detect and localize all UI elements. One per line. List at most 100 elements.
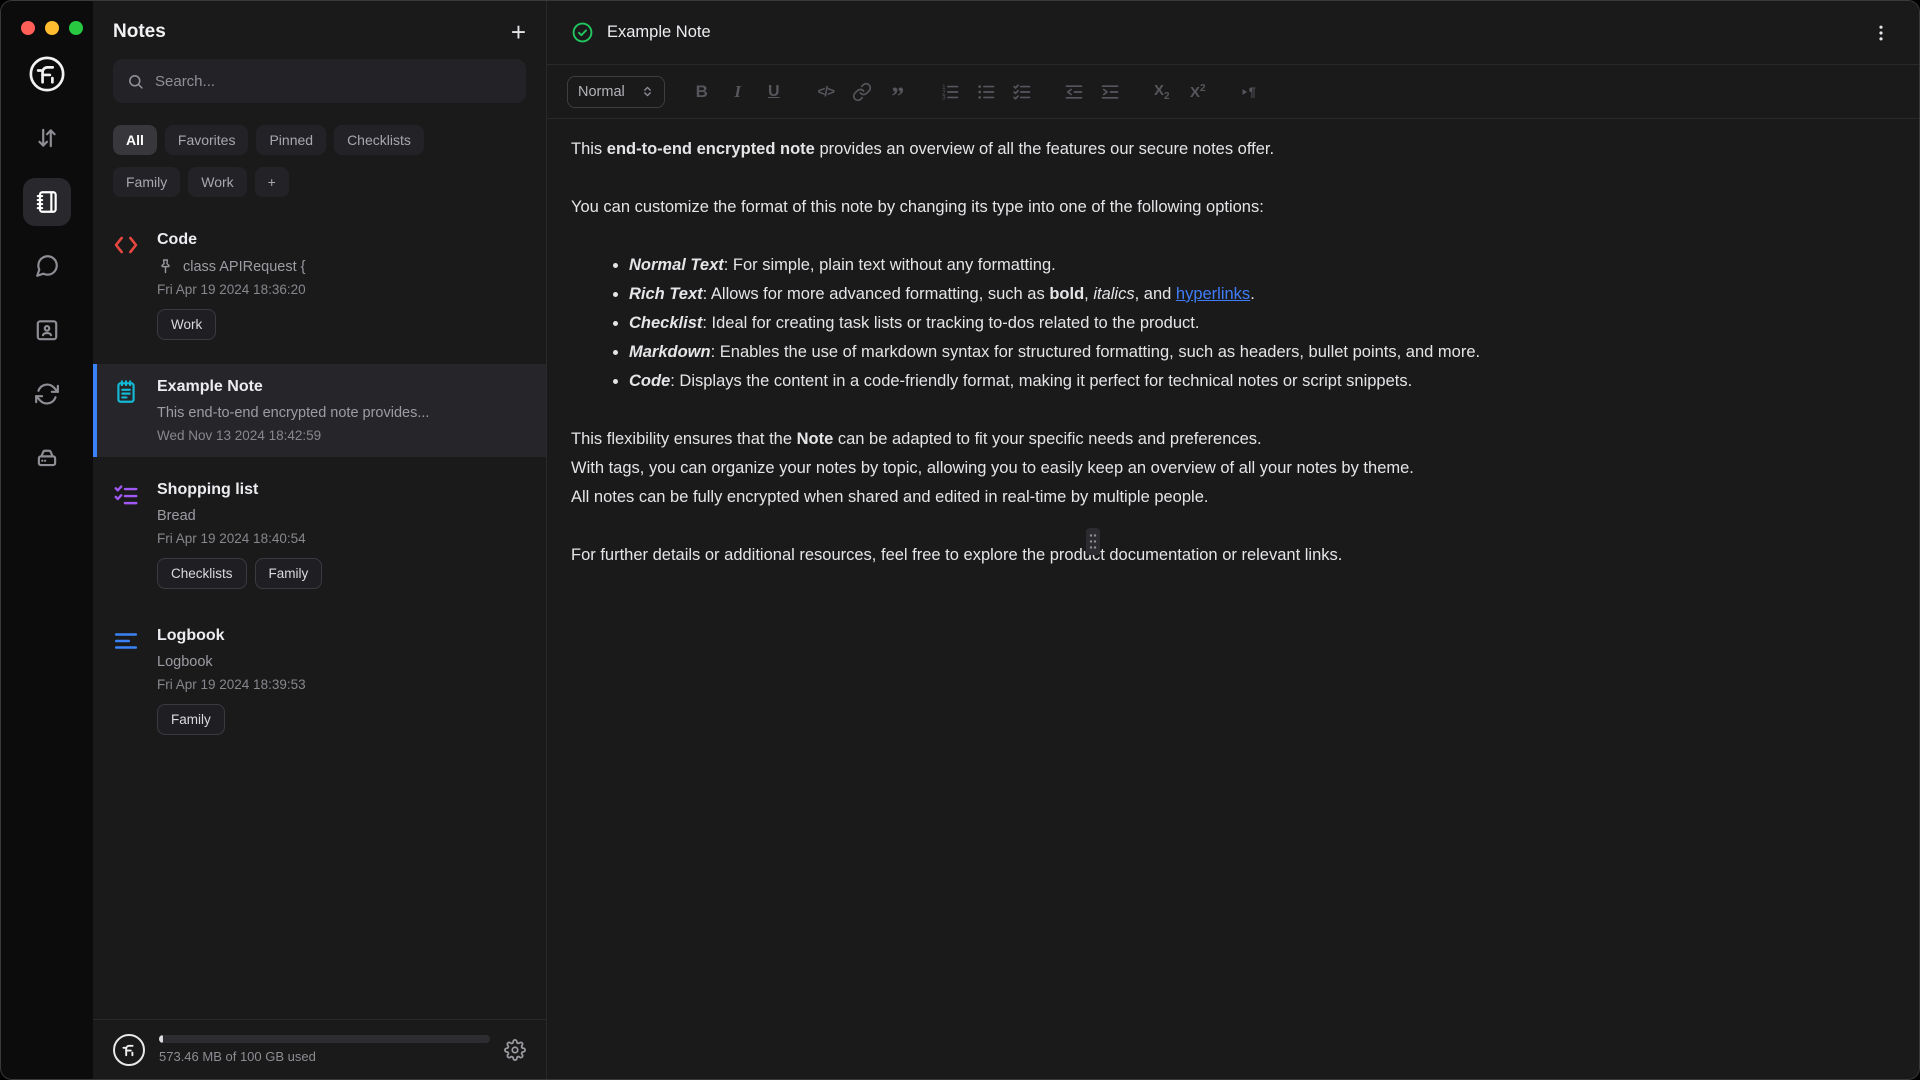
hyperlink[interactable]: hyperlinks bbox=[1176, 285, 1250, 303]
notes-icon bbox=[34, 189, 60, 215]
note-preview: Logbook bbox=[157, 654, 213, 670]
panel-resize-handle[interactable] bbox=[1086, 528, 1100, 555]
direction-pilcrow-icon: ¶ bbox=[1240, 82, 1260, 102]
checklist-icon bbox=[1012, 82, 1032, 102]
avatar[interactable] bbox=[113, 1034, 145, 1066]
add-tag-button[interactable]: + bbox=[255, 167, 289, 197]
filter-chip-favorites[interactable]: Favorites bbox=[165, 125, 249, 155]
note-list-item[interactable]: Code class APIRequest { Fri Apr 19 2024 … bbox=[93, 217, 546, 354]
page-title: Notes bbox=[113, 21, 166, 43]
quote-button[interactable]: ” bbox=[883, 77, 913, 107]
note-tag-chip-family[interactable]: Family bbox=[255, 558, 323, 589]
note-tags: Checklists Family bbox=[157, 558, 526, 589]
minimize-button[interactable] bbox=[45, 21, 59, 35]
paragraph: With tags, you can organize your notes b… bbox=[571, 454, 1895, 483]
italic-button[interactable]: I bbox=[723, 77, 753, 107]
filen-logo bbox=[23, 50, 71, 98]
subscript-icon: X2 bbox=[1154, 82, 1170, 102]
checklist-button[interactable] bbox=[1007, 77, 1037, 107]
note-list-item[interactable]: Example Note This end-to-end encrypted n… bbox=[93, 364, 546, 457]
search-placeholder: Search... bbox=[155, 73, 215, 90]
sidebar-item-notes[interactable] bbox=[23, 178, 71, 226]
format-select-value: Normal bbox=[578, 84, 625, 100]
account-bar: 573.46 MB of 100 GB used bbox=[93, 1019, 546, 1079]
underline-button[interactable]: U bbox=[759, 77, 789, 107]
tag-chip-work[interactable]: Work bbox=[188, 167, 246, 197]
sidebar-item-chats[interactable] bbox=[23, 242, 71, 290]
app-window: Notes + Search... All FavoritesPinned Chec… bbox=[0, 0, 1920, 1080]
bold-button[interactable]: B bbox=[687, 77, 717, 107]
code-icon: </> bbox=[817, 84, 834, 99]
close-button[interactable] bbox=[21, 21, 35, 35]
editor-pane: Example Note Normal B I U </> bbox=[547, 1, 1919, 1079]
bullet-list-button[interactable] bbox=[971, 77, 1001, 107]
bullet-item: Normal Text: For simple, plain text with… bbox=[629, 251, 1895, 280]
sidebar-item-contacts[interactable] bbox=[23, 306, 71, 354]
filter-chip-row: All FavoritesPinned Checklists bbox=[93, 125, 546, 155]
tag-chip-row: Family Work + bbox=[93, 167, 546, 197]
blank-line bbox=[571, 512, 1895, 541]
note-tag-chip-family[interactable]: Family bbox=[157, 704, 225, 735]
bullet-list: Normal Text: For simple, plain text with… bbox=[571, 251, 1895, 396]
note-list-item[interactable]: Shopping list Bread Fri Apr 19 2024 18:4… bbox=[93, 467, 546, 603]
outdent-button[interactable] bbox=[1059, 77, 1089, 107]
note-tags: Family bbox=[157, 704, 526, 735]
svg-text:¶: ¶ bbox=[1248, 85, 1255, 99]
filter-chip-pinned[interactable]: Pinned bbox=[256, 125, 326, 155]
note-tag-chip-work[interactable]: Work bbox=[157, 309, 216, 340]
storage-progress-bar bbox=[159, 1035, 490, 1043]
svg-text:3: 3 bbox=[942, 94, 946, 101]
notes-panel: Notes + Search... All FavoritesPinned Chec… bbox=[93, 1, 547, 1079]
chat-icon bbox=[34, 253, 60, 279]
code-button[interactable]: </> bbox=[811, 77, 841, 107]
note-preview: class APIRequest { bbox=[183, 259, 306, 275]
link-icon bbox=[852, 82, 872, 102]
paragraph: All notes can be fully encrypted when sh… bbox=[571, 483, 1895, 512]
note-tag-chip-checklists[interactable]: Checklists bbox=[157, 558, 247, 589]
settings-button[interactable] bbox=[504, 1039, 526, 1061]
ordered-list-button[interactable]: 1 2 3 bbox=[935, 77, 965, 107]
filter-chip-checklists[interactable]: Checklists bbox=[334, 125, 424, 155]
format-select[interactable]: Normal bbox=[567, 76, 665, 108]
note-tags: Work bbox=[157, 309, 526, 340]
note-title: Code bbox=[157, 231, 526, 249]
bullet-list-icon bbox=[976, 82, 996, 102]
note-title-header: Example Note bbox=[607, 23, 711, 42]
note-title: Example Note bbox=[157, 378, 526, 396]
editor-header: Example Note bbox=[547, 1, 1919, 65]
note-type-icon bbox=[113, 481, 139, 589]
indent-button[interactable] bbox=[1095, 77, 1125, 107]
blank-line bbox=[571, 164, 1895, 193]
new-note-button[interactable]: + bbox=[511, 19, 526, 45]
note-list-item[interactable]: Logbook Logbook Fri Apr 19 2024 18:39:53… bbox=[93, 613, 546, 749]
note-menu-button[interactable] bbox=[1871, 23, 1891, 43]
filter-chip-all[interactable]: All bbox=[113, 125, 157, 155]
bullet-item: Rich Text: Allows for more advanced form… bbox=[629, 280, 1895, 309]
gear-icon bbox=[504, 1039, 526, 1061]
pin-icon bbox=[157, 258, 174, 275]
text-direction-button[interactable]: ¶ bbox=[1235, 77, 1265, 107]
subscript-button[interactable]: X2 bbox=[1147, 77, 1177, 107]
search-icon bbox=[127, 73, 144, 90]
note-content-editor[interactable]: This end-to-end encrypted note provides … bbox=[547, 119, 1919, 1079]
sidebar-item-drive[interactable] bbox=[23, 434, 71, 482]
search-input[interactable]: Search... bbox=[113, 59, 526, 103]
left-rail bbox=[1, 1, 93, 1079]
note-preview: Bread bbox=[157, 508, 196, 524]
sidebar-item-transfers[interactable] bbox=[23, 114, 71, 162]
paragraph: For further details or additional resour… bbox=[571, 541, 1895, 570]
paragraph: This end-to-end encrypted note provides … bbox=[571, 135, 1895, 164]
superscript-icon: X2 bbox=[1190, 83, 1206, 101]
paragraph: This flexibility ensures that the Note c… bbox=[571, 425, 1895, 454]
bullet-item: Checklist: Ideal for creating task lists… bbox=[629, 309, 1895, 338]
ordered-list-icon: 1 2 3 bbox=[940, 82, 960, 102]
zoom-button[interactable] bbox=[69, 21, 83, 35]
tag-chip-family[interactable]: Family bbox=[113, 167, 180, 197]
superscript-button[interactable]: X2 bbox=[1183, 77, 1213, 107]
kebab-menu-icon bbox=[1871, 23, 1891, 43]
link-button[interactable] bbox=[847, 77, 877, 107]
sidebar-item-sync[interactable] bbox=[23, 370, 71, 418]
bold-icon: B bbox=[696, 82, 708, 102]
note-date: Fri Apr 19 2024 18:39:53 bbox=[157, 677, 526, 692]
note-date: Fri Apr 19 2024 18:36:20 bbox=[157, 282, 526, 297]
